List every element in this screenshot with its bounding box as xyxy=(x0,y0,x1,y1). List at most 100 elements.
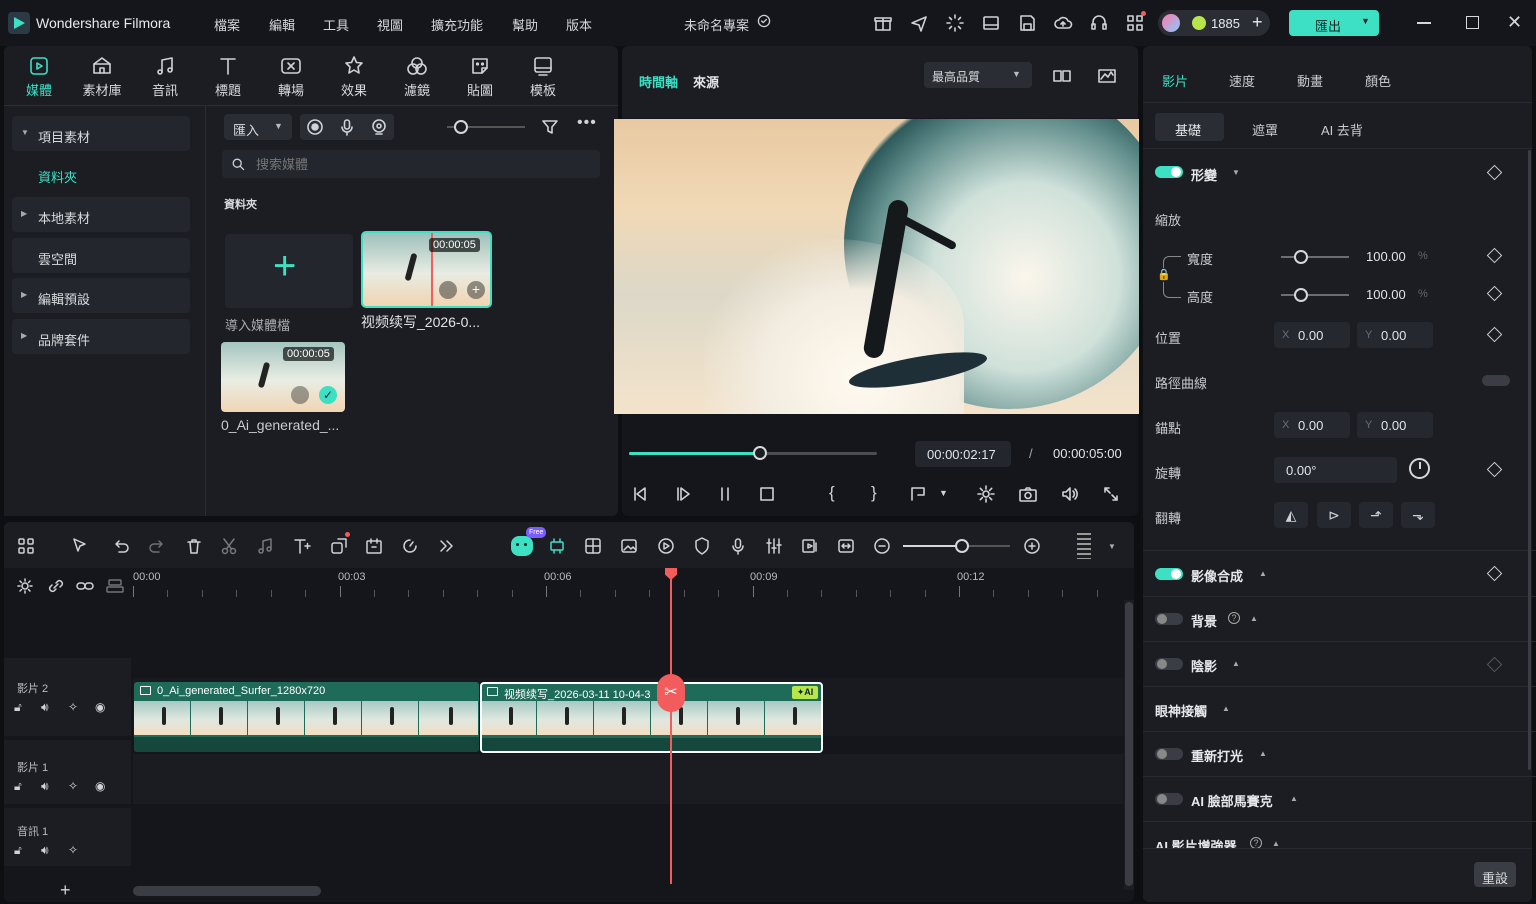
flip-vertical-button[interactable]: ⊳ xyxy=(1317,502,1351,528)
sidebar-item-edit-presets[interactable]: ▶ 編輯預設 xyxy=(12,278,190,313)
zoom-slider[interactable] xyxy=(903,539,1010,553)
tab-media[interactable]: 媒體 xyxy=(13,54,65,102)
shadow-toggle[interactable] xyxy=(1155,658,1183,670)
more-options-icon[interactable]: ••• xyxy=(577,114,597,132)
sidebar-item-cloud[interactable]: 雲空間 xyxy=(12,238,190,273)
ai-mate-icon[interactable] xyxy=(511,536,533,556)
stop-icon[interactable] xyxy=(757,484,777,504)
chevron-down-icon[interactable]: ▼ xyxy=(1361,16,1370,26)
search-box[interactable] xyxy=(222,150,600,178)
zoom-out-icon[interactable] xyxy=(872,536,892,556)
tab-audio[interactable]: 音訊 xyxy=(139,54,191,102)
tab-templates[interactable]: 模板 xyxy=(517,54,569,102)
face-mosaic-toggle[interactable] xyxy=(1155,793,1183,805)
subtab-ai-cutout[interactable]: AI 去背 xyxy=(1321,120,1363,139)
undo-icon[interactable] xyxy=(111,536,131,556)
speaker-icon[interactable]: 🔊︎ xyxy=(41,700,49,715)
chevron-up-icon[interactable]: ▲ xyxy=(1222,704,1230,713)
expand-arrow-icon[interactable]: ▶ xyxy=(21,331,27,340)
lock-icon[interactable]: 🔒 xyxy=(1157,268,1171,282)
tab-source[interactable]: 來源 xyxy=(693,72,719,91)
help-icon[interactable]: ? xyxy=(1228,612,1240,624)
apps-icon[interactable] xyxy=(1125,13,1145,33)
volume-icon[interactable] xyxy=(1060,484,1080,504)
minimize-button[interactable] xyxy=(1417,22,1431,24)
tab-titles[interactable]: 標題 xyxy=(202,54,254,102)
track-manager-icon[interactable] xyxy=(105,576,125,596)
width-value[interactable]: 100.00 xyxy=(1366,249,1406,264)
speaker-icon[interactable]: 🔊︎ xyxy=(41,779,49,794)
tab-library[interactable]: 素材庫 xyxy=(76,54,128,102)
chevron-up-icon[interactable]: ▲ xyxy=(1259,749,1267,758)
chevron-down-icon[interactable]: ▼ xyxy=(1232,168,1240,177)
sidebar-item-brand-kit[interactable]: ▶ 品牌套件 xyxy=(12,319,190,354)
chevron-up-icon[interactable]: ▲ xyxy=(1290,794,1298,803)
menu-tools[interactable]: 工具 xyxy=(323,15,349,34)
zoom-in-icon[interactable] xyxy=(1022,536,1042,556)
menu-extensions[interactable]: 擴充功能 xyxy=(431,15,483,34)
props-scrollbar[interactable] xyxy=(1528,150,1531,770)
chevron-up-icon[interactable]: ▲ xyxy=(1250,614,1258,623)
sidebar-item-local-media[interactable]: ▶ 本地素材 xyxy=(12,197,190,232)
save-icon[interactable] xyxy=(1017,13,1037,33)
headset-icon[interactable] xyxy=(1089,13,1109,33)
rotate-field[interactable]: 0.00° xyxy=(1274,457,1397,483)
playback-progress[interactable] xyxy=(629,446,877,460)
points-pill[interactable]: 1885 + xyxy=(1158,10,1270,36)
snapshot-icon[interactable] xyxy=(1018,484,1038,504)
flip-horizontal-button[interactable]: ◭ xyxy=(1274,502,1308,528)
send-icon[interactable] xyxy=(909,13,929,33)
prop-tab-animation[interactable]: 動畫 xyxy=(1297,71,1323,90)
add-to-timeline-icon[interactable]: + xyxy=(467,281,485,299)
tab-filters[interactable]: 濾鏡 xyxy=(391,54,443,102)
height-value[interactable]: 100.00 xyxy=(1366,287,1406,302)
height-slider[interactable] xyxy=(1281,288,1349,302)
audio-mixer-icon[interactable] xyxy=(764,536,784,556)
magic-wand-icon[interactable]: ✧ xyxy=(68,843,78,857)
webcam-icon[interactable] xyxy=(369,117,389,137)
chevron-down-icon[interactable]: ▼ xyxy=(939,488,948,498)
prop-tab-color[interactable]: 顏色 xyxy=(1365,71,1391,90)
speaker-icon[interactable]: 🔊︎ xyxy=(41,843,49,858)
subtab-basic[interactable]: 基礎 xyxy=(1155,113,1224,141)
split-scissors-icon[interactable]: ✂ xyxy=(657,674,685,712)
lock-icon[interactable]: 🔓︎ xyxy=(14,700,22,715)
project-name[interactable]: 未命名專案 xyxy=(684,15,749,34)
slider-handle[interactable] xyxy=(1294,250,1308,264)
menu-file[interactable]: 檔案 xyxy=(214,15,240,34)
video-preview[interactable] xyxy=(614,119,1139,414)
auto-highlight-icon[interactable] xyxy=(547,536,567,556)
loading-icon[interactable] xyxy=(945,13,965,33)
compositing-toggle[interactable] xyxy=(1155,568,1183,580)
smart-cutout-icon[interactable] xyxy=(583,536,603,556)
eye-icon[interactable]: ◉ xyxy=(95,700,105,714)
stabilize-icon[interactable] xyxy=(656,536,676,556)
filter-icon[interactable] xyxy=(540,117,560,137)
import-dropdown[interactable]: 匯入 ▼ xyxy=(224,114,292,140)
play-icon[interactable] xyxy=(673,484,693,504)
anchor-y-field[interactable]: Y 0.00 xyxy=(1357,412,1433,438)
menu-view[interactable]: 視圖 xyxy=(377,15,403,34)
media-thumbnail[interactable]: 00:00:05 + xyxy=(361,231,492,308)
settings-icon[interactable] xyxy=(976,484,996,504)
media-thumbnail[interactable]: 00:00:05 ✓ xyxy=(221,342,345,412)
layout-icon[interactable] xyxy=(981,13,1001,33)
sidebar-item-folder[interactable]: 資料夾 xyxy=(38,167,77,186)
slider-handle[interactable] xyxy=(955,539,969,553)
timeline-hscroll[interactable] xyxy=(133,886,321,896)
position-y-field[interactable]: Y 0.00 xyxy=(1357,322,1433,348)
text-to-speech-icon[interactable] xyxy=(292,536,312,556)
microphone-icon[interactable] xyxy=(337,117,357,137)
chevron-down-icon[interactable]: ▼ xyxy=(1108,542,1116,551)
rotate-right-button[interactable]: ⬎ xyxy=(1401,502,1435,528)
reset-button[interactable]: 重設 xyxy=(1474,862,1516,887)
mark-out-icon[interactable]: } xyxy=(871,483,877,503)
position-x-field[interactable]: X 0.00 xyxy=(1274,322,1350,348)
fullscreen-icon[interactable] xyxy=(1101,484,1121,504)
slider-handle[interactable] xyxy=(1294,288,1308,302)
close-button[interactable]: ✕ xyxy=(1507,12,1522,33)
prop-tab-video[interactable]: 影片 xyxy=(1162,71,1188,90)
expand-arrow-icon[interactable]: ▶ xyxy=(21,290,27,299)
search-input[interactable] xyxy=(256,155,576,173)
timeline-vscroll[interactable] xyxy=(1124,600,1134,890)
